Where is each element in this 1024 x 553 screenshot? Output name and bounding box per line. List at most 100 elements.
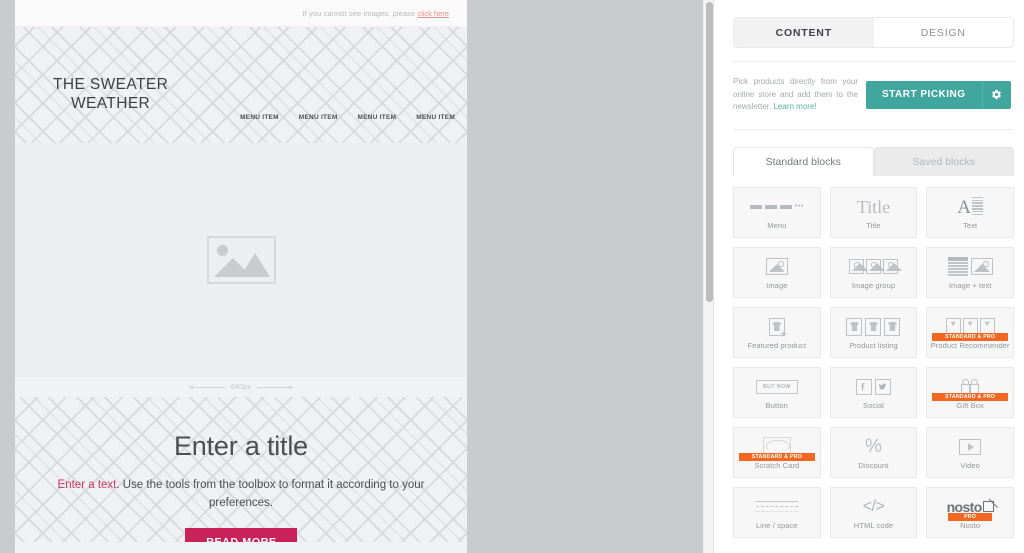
canvas-scrollbar-track[interactable] <box>703 0 713 553</box>
twitter-icon <box>874 378 891 395</box>
block-card-product-recommender[interactable]: ♥ ♥ ♥ STANDARD & PRO Product Recommender <box>926 306 1014 358</box>
button-icon-label: BUY NOW <box>755 379 798 394</box>
scratch-card-icon: STANDARD & PRO <box>734 434 820 461</box>
product-picker-row: Pick products directly from your online … <box>733 61 1014 130</box>
brand-logo: THE SWEATER WEATHER <box>53 75 168 113</box>
block-card-html-code[interactable]: </> HTML code <box>829 486 918 538</box>
email-editor-app: If you cannot see images, please click h… <box>0 0 1024 553</box>
picker-settings-button[interactable] <box>981 80 1011 109</box>
start-picking-button[interactable]: START PICKING <box>866 80 982 109</box>
block-label: Nosto <box>960 521 981 530</box>
preheader-bar[interactable]: If you cannot see images, please click h… <box>15 0 467 27</box>
tab-saved-blocks[interactable]: Saved blocks <box>873 146 1014 176</box>
pro-badge: PRO <box>948 512 993 521</box>
block-card-text[interactable]: A Text <box>926 186 1014 238</box>
block-label: Image <box>766 281 788 290</box>
preheader-text: If you cannot see images, please <box>302 8 416 18</box>
block-card-title[interactable]: Title Title <box>829 186 918 238</box>
title-icon: Title <box>831 194 917 219</box>
discount-icon: % <box>831 434 917 459</box>
paragraph-accent-text[interactable]: Enter a text <box>58 479 117 491</box>
menu-icon: ••• <box>734 194 820 219</box>
ruler-width-label: 640px <box>230 383 252 391</box>
percent-glyph: % <box>865 436 882 457</box>
canvas-left-gutter <box>0 0 15 553</box>
email-canvas-area: If you cannot see images, please click h… <box>0 0 713 553</box>
nosto-icon: nosto PRO <box>927 494 1013 521</box>
block-label: Title <box>866 221 881 230</box>
block-label: Line / space <box>756 521 798 530</box>
image-group-icon <box>831 254 917 279</box>
email-header-block[interactable]: THE SWEATER WEATHER MENU ITEM MENU ITEM … <box>15 27 467 143</box>
pro-badge: STANDARD & PRO <box>738 452 815 461</box>
blocks-grid: ••• Menu Title Title A Text Image Image … <box>733 186 1014 538</box>
toolbox-panel: CONTENT DESIGN Pick products directly fr… <box>713 0 1024 553</box>
block-card-discount[interactable]: % Discount <box>829 426 918 478</box>
gear-icon <box>992 90 1001 100</box>
header-menu-item-2[interactable]: MENU ITEM <box>299 114 338 121</box>
header-menu-item-3[interactable]: MENU ITEM <box>358 114 397 121</box>
block-label: Button <box>765 401 788 410</box>
html-code-icon: </> <box>831 494 917 519</box>
featured-product-icon: ★ <box>734 314 820 339</box>
hero-image-block[interactable] <box>15 143 467 377</box>
header-menu[interactable]: MENU ITEM MENU ITEM MENU ITEM MENU ITEM <box>240 114 455 121</box>
ruler-arrow-right <box>257 384 294 389</box>
block-card-button[interactable]: BUY NOW Button <box>733 366 821 418</box>
block-card-gift-box[interactable]: STANDARD & PRO Gift Box <box>926 366 1014 418</box>
block-label: Scratch Card <box>754 461 800 470</box>
block-label: Text <box>963 221 978 230</box>
brand-logo-line-2: WEATHER <box>71 95 151 112</box>
block-label: Featured product <box>747 341 807 350</box>
block-label: Video <box>960 461 980 470</box>
pro-badge: STANDARD & PRO <box>932 392 1009 401</box>
pro-badge: STANDARD & PRO <box>932 332 1009 341</box>
gift-box-icon: STANDARD & PRO <box>927 374 1013 401</box>
block-label: Image group <box>851 281 896 290</box>
canvas-right-gutter <box>467 0 703 553</box>
block-card-image-group[interactable]: Image group <box>829 246 918 298</box>
email-bottom-strip <box>15 542 467 553</box>
email-document-preview[interactable]: If you cannot see images, please click h… <box>15 0 467 553</box>
block-card-image-text[interactable]: Image + text <box>926 246 1014 298</box>
block-card-product-listing[interactable]: Product listing <box>829 306 918 358</box>
width-ruler: 640px <box>15 377 467 397</box>
preheader-click-here-link[interactable]: click here <box>417 9 449 18</box>
block-card-nosto[interactable]: nosto PRO Nosto <box>926 486 1014 538</box>
email-paragraph-text[interactable]: Enter a text. Use the tools from the too… <box>51 476 431 512</box>
button-icon: BUY NOW <box>734 374 820 399</box>
image-text-icon <box>927 254 1013 279</box>
block-card-scratch-card[interactable]: STANDARD & PRO Scratch Card <box>733 426 821 478</box>
email-body-block[interactable]: Enter a title Enter a text. Use the tool… <box>15 397 467 553</box>
block-source-tabs: Standard blocks Saved blocks <box>733 146 1014 176</box>
product-recommender-icon: ♥ ♥ ♥ STANDARD & PRO <box>927 314 1013 341</box>
block-label: Gift Box <box>956 401 984 410</box>
block-card-image[interactable]: Image <box>733 246 821 298</box>
title-icon-glyph: Title <box>856 196 891 217</box>
tab-design[interactable]: DESIGN <box>873 18 1013 47</box>
block-label: Image + text <box>948 281 992 290</box>
block-card-featured-product[interactable]: ★ Featured product <box>733 306 821 358</box>
block-label: Discount <box>858 461 889 470</box>
header-menu-item-4[interactable]: MENU ITEM <box>416 114 455 121</box>
brand-logo-line-1: THE SWEATER <box>53 76 169 93</box>
header-menu-item-1[interactable]: MENU ITEM <box>240 114 279 121</box>
tab-content[interactable]: CONTENT <box>734 18 874 47</box>
product-picker-copy: Pick products directly from your online … <box>733 76 866 114</box>
tab-standard-blocks[interactable]: Standard blocks <box>733 146 874 176</box>
social-icon <box>831 374 917 399</box>
paragraph-rest-text: . Use the tools from the toolbox to form… <box>116 479 425 509</box>
text-icon: A <box>927 194 1013 219</box>
block-card-social[interactable]: Social <box>829 366 918 418</box>
block-card-menu[interactable]: ••• Menu <box>733 186 821 238</box>
email-title-text[interactable]: Enter a title <box>15 431 467 462</box>
block-label: HTML code <box>853 521 894 530</box>
learn-more-link[interactable]: Learn more! <box>773 102 816 111</box>
image-placeholder-icon[interactable] <box>206 236 276 284</box>
video-icon <box>927 434 1013 459</box>
block-card-line-space[interactable]: Line / space <box>733 486 821 538</box>
line-space-icon <box>734 494 820 519</box>
canvas-scrollbar-thumb[interactable] <box>706 2 713 302</box>
block-card-video[interactable]: Video <box>926 426 1014 478</box>
image-icon <box>734 254 820 279</box>
